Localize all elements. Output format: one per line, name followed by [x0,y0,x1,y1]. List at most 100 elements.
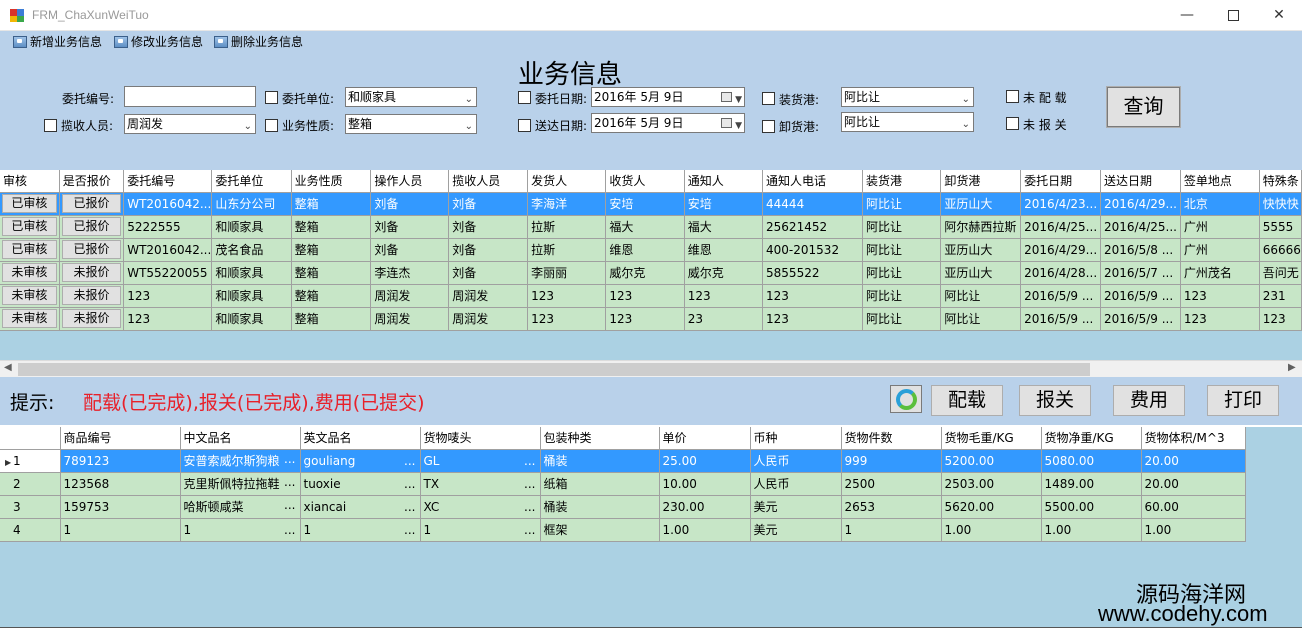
unassigned-checkbox[interactable] [1006,90,1019,103]
table-cell[interactable]: 1 [841,518,942,542]
table-cell[interactable]: 广州茂名 [1180,261,1260,285]
column-header[interactable]: 签单地点 [1180,170,1260,193]
table-cell[interactable]: ... TX [420,472,541,496]
table-cell[interactable]: 威尔克 [605,261,685,285]
table-cell[interactable]: 60.00 [1141,495,1246,519]
table-cell[interactable]: 2016/4/25... [1020,215,1102,239]
column-header[interactable]: 货物净重/KG [1041,427,1142,450]
table-cell[interactable]: 李丽丽 [527,261,607,285]
table-cell[interactable]: 刘备 [448,192,529,216]
column-header[interactable]: 特殊条 [1259,170,1302,193]
edit-business-button[interactable]: 修改业务信息 [114,34,203,51]
table-cell[interactable]: 北京 [1180,192,1260,216]
print-button[interactable]: 打印 [1207,385,1279,416]
undeclared-checkbox[interactable] [1006,117,1019,130]
table-cell[interactable]: 刘备 [370,215,450,239]
column-header[interactable]: 卸货港 [940,170,1022,193]
delivery-date-checkbox[interactable] [518,119,531,132]
table-cell[interactable]: 20.00 [1141,472,1246,496]
table-cell[interactable]: 44444 [762,192,864,216]
table-cell[interactable]: ... 安普索威尔斯狗粮 [180,449,301,473]
quote-button[interactable]: 未报价 [61,309,122,328]
table-cell[interactable]: 和顺家具 [211,284,292,308]
entrust-date-checkbox[interactable] [518,91,531,104]
table-cell[interactable]: 2503.00 [941,472,1042,496]
refresh-button[interactable] [890,385,922,413]
ellipsis-button[interactable]: ... [524,500,539,514]
column-header[interactable]: 委托日期 [1020,170,1102,193]
table-cell[interactable]: 400-201532 [762,238,864,262]
table-cell[interactable]: WT2016042... [123,192,213,216]
table-cell[interactable]: 周润发 [448,284,529,308]
row-header[interactable]: 3 [0,495,61,519]
audit-button[interactable]: 已审核 [2,194,57,213]
table-cell[interactable]: 周润发 [448,307,529,331]
table-cell[interactable]: 美元 [750,495,842,519]
ellipsis-button[interactable]: ... [284,498,299,512]
table-cell[interactable]: 茂名食品 [211,238,292,262]
table-cell[interactable]: 刘备 [370,192,450,216]
table-cell[interactable]: 拉斯 [527,238,607,262]
table-cell[interactable]: 安培 [684,192,764,216]
audit-button[interactable]: 已审核 [2,240,57,259]
table-cell[interactable]: 1 [60,518,181,542]
column-header[interactable]: 商品编号 [60,427,181,450]
column-header[interactable]: 送达日期 [1100,170,1181,193]
table-cell[interactable]: 李海洋 [527,192,607,216]
discharge-port-checkbox[interactable] [762,120,775,133]
scrollbar-thumb[interactable] [18,363,1090,376]
table-cell[interactable]: 123 [527,284,607,308]
column-header[interactable]: 币种 [750,427,842,450]
table-cell[interactable]: 2016/5/9 ... [1100,284,1181,308]
table-cell[interactable]: 山东分公司 [211,192,292,216]
audit-button[interactable]: 未审核 [2,263,57,282]
table-cell[interactable]: 和顺家具 [211,215,292,239]
row-header[interactable]: 4 [0,518,61,542]
table-cell[interactable]: ... xiancai [300,495,421,519]
table-cell[interactable]: 2016/5/8 ... [1100,238,1181,262]
column-header[interactable]: 装货港 [862,170,942,193]
table-cell[interactable]: 123 [605,307,685,331]
table-cell[interactable]: 25621452 [762,215,864,239]
table-cell[interactable]: 2016/5/7 ... [1100,261,1181,285]
table-cell[interactable]: 2653 [841,495,942,519]
table-cell[interactable]: 5555 [1259,215,1302,239]
collector-checkbox[interactable] [44,119,57,132]
table-cell[interactable]: 2016/4/23... [1020,192,1102,216]
table-cell[interactable]: 123 [762,284,864,308]
table-cell[interactable]: 纸箱 [540,472,660,496]
fees-button[interactable]: 费用 [1113,385,1185,416]
ellipsis-button[interactable]: ... [404,454,419,468]
ellipsis-button[interactable]: ... [524,454,539,468]
table-cell[interactable]: 亚历山大 [940,192,1022,216]
quote-button[interactable]: 已报价 [61,194,122,213]
table-cell[interactable]: 维恩 [684,238,764,262]
table-cell[interactable]: 福大 [684,215,764,239]
ellipsis-button[interactable]: ... [284,452,299,466]
table-cell[interactable]: 美元 [750,518,842,542]
table-cell[interactable]: 1.00 [1141,518,1246,542]
column-header[interactable]: 货物唛头 [420,427,541,450]
table-cell[interactable]: 1489.00 [1041,472,1142,496]
table-cell[interactable]: 5855522 [762,261,864,285]
column-header[interactable]: 揽收人员 [448,170,529,193]
table-cell[interactable]: 人民币 [750,449,842,473]
table-cell[interactable]: 123 [1180,284,1260,308]
table-cell[interactable]: 阿比让 [940,284,1022,308]
table-cell[interactable]: 123 [123,284,213,308]
stowage-button[interactable]: 配载 [931,385,1003,416]
table-row[interactable]: 4 1... 1... 1... 1 框架 1.00 美元 1 1.00 1.00 1.00 [0,518,1246,542]
table-row[interactable]: 已审核 已报价 WT2016042... 山东分公司 整箱 刘备 刘备 李海洋 安培 安培 4444… [0,192,1302,216]
table-cell[interactable]: 1.00 [659,518,751,542]
column-header[interactable]: 委托编号 [123,170,213,193]
table-cell[interactable]: 999 [841,449,942,473]
table-cell[interactable]: 亚历山大 [940,238,1022,262]
column-header[interactable]: 通知人 [684,170,764,193]
close-button[interactable]: ✕ [1256,0,1302,31]
table-cell[interactable]: 李连杰 [370,261,450,285]
quote-button[interactable]: 未报价 [61,286,122,305]
table-row[interactable]: 未审核 未报价 123 和顺家具 整箱 周润发 周润发 123 123 23 123 阿比让 阿比让 20… [0,307,1302,331]
table-cell[interactable]: 吾问无 [1259,261,1302,285]
column-header[interactable]: 货物毛重/KG [941,427,1042,450]
table-cell[interactable]: 123 [605,284,685,308]
